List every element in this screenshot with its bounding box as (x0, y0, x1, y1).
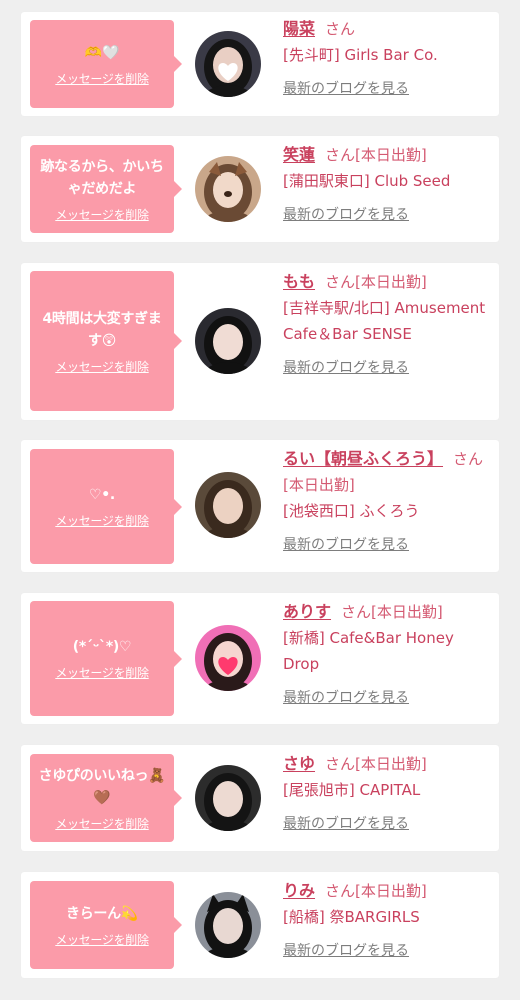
avatar[interactable] (195, 765, 261, 831)
message-text: きらーん💫 (66, 905, 138, 922)
cast-info: ありす さん[本日出勤] [新橋] Cafe&Bar Honey Drop 最新のブロ… (283, 599, 493, 711)
delete-message-link[interactable]: メッセージを削除 (55, 815, 149, 832)
cast-info: さゆ さん[本日出勤] [尾張旭市] CAPITAL 最新のブログを見る (283, 751, 493, 837)
shop-name: [吉祥寺駅/北口] Amusement Cafe＆Bar SENSE (283, 299, 486, 343)
message-bubble: きらーん💫 メッセージを削除 (30, 881, 182, 969)
shop-name: [先斗町] Girls Bar Co. (283, 46, 438, 64)
message-text: (*ˊᵕˋ*)♡ (72, 639, 132, 655)
shop-name: [蒲田駅東口] Club Seed (283, 172, 451, 190)
message-card: 🫶🤍 メッセージを削除 陽菜 さん [先斗町] Girls Bar Co. 最新のブログを… (21, 12, 499, 116)
message-bubble: 4時間は大変すぎます😲 メッセージを削除 (30, 271, 182, 411)
cast-name-line: 陽菜 さん (283, 16, 493, 42)
latest-blog-link[interactable]: 最新のブログを見る (283, 202, 493, 228)
cast-name-link[interactable]: もも (283, 272, 315, 291)
status-badge: [本日出勤] (355, 882, 427, 900)
photo-heart-icon (195, 625, 261, 691)
cast-name-link[interactable]: さゆ (283, 754, 315, 773)
cast-name-link[interactable]: るい【朝昼ふくろう】 (283, 449, 443, 468)
status-badge: [本日出勤] (355, 273, 427, 291)
avatar[interactable] (195, 156, 261, 222)
cast-name-line: りみ さん[本日出勤] (283, 878, 493, 904)
message-card: 4時間は大変すぎます😲 メッセージを削除 もも さん[本日出勤] [吉祥寺駅/北口] A… (21, 263, 499, 420)
message-text: さゆぴのいいねっ🧸🤎 (38, 767, 166, 806)
photo-icon (195, 765, 261, 831)
message-card: ♡•. メッセージを削除 るい【朝昼ふくろう】 さん [本日出勤] [池袋西口] ふくろう… (21, 440, 499, 572)
cast-name-link[interactable]: りみ (283, 881, 315, 900)
message-card: さゆぴのいいねっ🧸🤎 メッセージを削除 さゆ さん[本日出勤] [尾張旭市] CAPIT… (21, 745, 499, 851)
avatar[interactable] (195, 472, 261, 538)
shop-name: [新橋] Cafe&Bar Honey Drop (283, 629, 454, 673)
latest-blog-link[interactable]: 最新のブログを見る (283, 938, 493, 964)
shop-name: [尾張旭市] CAPITAL (283, 781, 421, 799)
message-bubble: さゆぴのいいねっ🧸🤎 メッセージを削除 (30, 754, 182, 842)
delete-message-link[interactable]: メッセージを削除 (55, 206, 149, 223)
status-badge: [本日出勤] (283, 476, 355, 494)
message-card: (*ˊᵕˋ*)♡ メッセージを削除 ありす さん[本日出勤] [新橋] Cafe&Bar… (21, 593, 499, 724)
delete-message-link[interactable]: メッセージを削除 (55, 70, 149, 87)
delete-message-link[interactable]: メッセージを削除 (55, 358, 149, 375)
message-bubble: 跡なるから、かいちゃだめだよメッセージを削除 (30, 145, 182, 233)
delete-message-link[interactable]: メッセージを削除 (55, 931, 149, 948)
delete-message-link[interactable]: メッセージを削除 (55, 512, 149, 529)
cast-name-link[interactable]: 笑蓮 (283, 145, 315, 164)
delete-message-link[interactable]: メッセージを削除 (55, 664, 149, 681)
photo-icon (195, 308, 261, 374)
cast-info: るい【朝昼ふくろう】 さん [本日出勤] [池袋西口] ふくろう最新のブログを見る (283, 446, 493, 558)
avatar[interactable] (195, 625, 261, 691)
status-badge: [本日出勤] (355, 146, 427, 164)
honorific: さん (325, 882, 356, 900)
honorific: さん (453, 450, 484, 468)
honorific: さん (325, 146, 356, 164)
honorific: さん (325, 755, 356, 773)
message-card: きらーん💫 メッセージを削除 りみ さん[本日出勤] [船橋] 祭BARGIRLS 最新の… (21, 872, 499, 978)
cast-info: りみ さん[本日出勤] [船橋] 祭BARGIRLS 最新のブログを見る (283, 878, 493, 964)
message-bubble: ♡•. メッセージを削除 (30, 449, 182, 564)
cast-name-line: さゆ さん[本日出勤] (283, 751, 493, 777)
latest-blog-link[interactable]: 最新のブログを見る (283, 76, 493, 102)
latest-blog-link[interactable]: 最新のブログを見る (283, 532, 493, 558)
message-list: 🫶🤍 メッセージを削除 陽菜 さん [先斗町] Girls Bar Co. 最新のブログを… (0, 0, 520, 1000)
avatar[interactable] (195, 31, 261, 97)
photo-heart-icon (195, 31, 261, 97)
message-text: 4時間は大変すぎます😲 (42, 310, 162, 349)
cast-info: 陽菜 さん [先斗町] Girls Bar Co. 最新のブログを見る (283, 16, 493, 102)
message-text: 🫶🤍 (84, 44, 120, 61)
avatar[interactable] (195, 892, 261, 958)
cast-name-link[interactable]: 陽菜 (283, 19, 315, 38)
cast-name-line: るい【朝昼ふくろう】 さん [本日出勤] (283, 446, 493, 498)
latest-blog-link[interactable]: 最新のブログを見る (283, 685, 493, 711)
cast-name-link[interactable]: ありす (283, 602, 331, 621)
honorific: さん (325, 273, 356, 291)
honorific: さん (341, 603, 372, 621)
status-badge: [本日出勤] (355, 755, 427, 773)
photo-cat-ears-icon (195, 892, 261, 958)
message-text: 跡なるから、かいちゃだめだよ (40, 158, 164, 197)
message-text: ♡•. (89, 487, 115, 503)
latest-blog-link[interactable]: 最新のブログを見る (283, 811, 493, 837)
message-bubble: (*ˊᵕˋ*)♡ メッセージを削除 (30, 601, 182, 716)
message-bubble: 🫶🤍 メッセージを削除 (30, 20, 182, 108)
honorific: さん (325, 20, 356, 38)
cast-name-line: 笑蓮 さん[本日出勤] (283, 142, 493, 168)
status-badge: [本日出勤] (371, 603, 443, 621)
shop-name: [池袋西口] ふくろう (283, 502, 420, 520)
photo-icon (195, 472, 261, 538)
message-card: 跡なるから、かいちゃだめだよメッセージを削除 笑蓮 さん[本日出勤] [蒲田駅東口] … (21, 136, 499, 242)
cast-info: もも さん[本日出勤] [吉祥寺駅/北口] Amusement Cafe＆Bar S… (283, 269, 493, 381)
photo-dog-filter-icon (195, 156, 261, 222)
avatar[interactable] (195, 308, 261, 374)
cast-name-line: ありす さん[本日出勤] (283, 599, 493, 625)
cast-name-line: もも さん[本日出勤] (283, 269, 493, 295)
latest-blog-link[interactable]: 最新のブログを見る (283, 355, 493, 381)
cast-info: 笑蓮 さん[本日出勤] [蒲田駅東口] Club Seed 最新のブログを見る (283, 142, 493, 228)
shop-name: [船橋] 祭BARGIRLS (283, 908, 420, 926)
